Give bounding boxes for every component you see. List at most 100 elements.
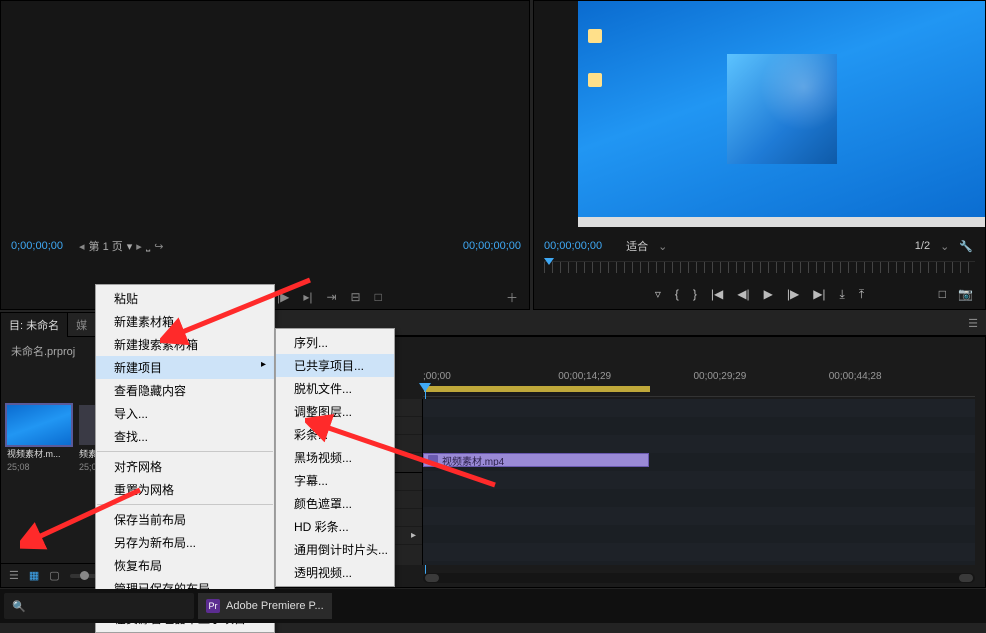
menu-item[interactable]: 新建项目 (96, 356, 274, 379)
marker-icon[interactable]: ▿ (655, 287, 661, 301)
menu-item[interactable]: 查看隐藏内容 (96, 379, 274, 402)
context-menu-sub[interactable]: 序列...已共享项目...脱机文件...调整图层...彩条...黑场视频...字… (275, 328, 395, 587)
program-tc: 00;00;00;00 (534, 240, 612, 252)
taskbar-app-premiere[interactable]: Pr Adobe Premiere P... (198, 593, 332, 619)
item-duration: 25;08 (7, 462, 71, 472)
menu-item[interactable]: 对齐网格 (96, 455, 274, 478)
menu-item[interactable]: 颜色遮罩... (276, 492, 394, 515)
zoom-dropdown[interactable]: 1/2 ⌄ 🔧 (915, 240, 985, 253)
timeline-ruler[interactable]: ;00;00 00;00;14;29 00;00;29;29 00;00;44;28 (423, 371, 975, 397)
extract-icon[interactable]: ⤒ (859, 287, 864, 302)
menu-item[interactable]: 脱机文件... (276, 377, 394, 400)
step-back-icon[interactable]: ◀| (737, 287, 749, 301)
menu-item[interactable]: 字幕... (276, 469, 394, 492)
menu-item[interactable]: 恢复布局 (96, 554, 274, 577)
menu-item[interactable]: 保存当前布局 (96, 508, 274, 531)
playhead-icon[interactable] (544, 258, 554, 265)
fit-dropdown[interactable]: 适合 ⌄ (626, 238, 667, 254)
page-dropdown-icon[interactable]: ▾ (127, 240, 133, 253)
tab-project[interactable]: 目: 未命名 (1, 313, 68, 337)
menu-item[interactable]: 导入... (96, 402, 274, 425)
zoom-label: 1/2 (915, 240, 930, 252)
taskbar-search[interactable]: 🔍 (4, 593, 194, 619)
tab-media[interactable]: 媒 (68, 313, 96, 337)
menu-item[interactable]: HD 彩条... (276, 515, 394, 538)
ruler-tick: 00;00;44;28 (829, 371, 882, 382)
premiere-icon: Pr (206, 599, 220, 613)
program-controls: 00;00;00;00 适合 ⌄ 1/2 ⌄ 🔧 (534, 233, 985, 259)
page-label: 第 1 页 (89, 238, 123, 254)
menu-item[interactable]: 调整图层... (276, 400, 394, 423)
source-tc-right: 00;00;00;00 (453, 240, 531, 252)
windows-taskbar: 🔍 Pr Adobe Premiere P... (0, 589, 986, 623)
icon-view-icon[interactable]: ▦ (29, 569, 39, 582)
source-settings-icon[interactable]: ↪ (154, 240, 163, 253)
menu-item[interactable]: 另存为新布局... (96, 531, 274, 554)
step-fwd-icon[interactable]: |▶ (787, 287, 799, 301)
mark-out-icon[interactable]: } (693, 287, 697, 301)
export-frame-icon[interactable]: □ (939, 287, 946, 301)
thumbnail (7, 405, 71, 445)
scroll-thumb-left[interactable] (425, 574, 439, 582)
ruler-tick: ;00;00 (423, 371, 451, 382)
freeform-view-icon[interactable]: ▢ (49, 569, 59, 582)
timeline-scrollbar[interactable] (423, 573, 975, 583)
menu-item[interactable]: 重置为网格 (96, 478, 274, 501)
timeline-clip[interactable]: 视频素材.mp4 (423, 453, 649, 467)
app-name: Adobe Premiere P... (226, 600, 324, 612)
program-settings-icon[interactable]: 🔧 (959, 240, 973, 253)
menu-item[interactable]: 已共享项目... (276, 354, 394, 377)
menu-item[interactable]: 透明视频... (276, 561, 394, 584)
menu-item[interactable]: 粘贴 (96, 287, 274, 310)
desktop-icon (588, 29, 602, 43)
project-item[interactable]: 视频素材.m... 25;08 (7, 405, 71, 472)
track-body[interactable]: 视频素材.mp4 (423, 399, 975, 565)
play-icon[interactable]: ▶ (764, 287, 773, 301)
desktop-icon (588, 73, 602, 87)
source-controls: 0;00;00;00 ◂ 第 1 页 ▾ ▸ ⎵ ↪ 00;00;00;00 (1, 233, 531, 259)
menu-item[interactable]: 查找... (96, 425, 274, 448)
source-page-selector[interactable]: ◂ 第 1 页 ▾ ▸ ⎵ ↪ (73, 238, 169, 254)
bracket-icon[interactable]: ⎵ (146, 240, 150, 253)
menu-item[interactable]: 黑场视频... (276, 446, 394, 469)
add-button-icon[interactable]: ＋ (506, 289, 518, 306)
go-end-icon[interactable]: ▶| (813, 287, 825, 301)
ruler-tick: 00;00;29;29 (693, 371, 746, 382)
menu-item[interactable]: 通用倒计时片头... (276, 538, 394, 561)
menu-item[interactable]: 新建素材箱 (96, 310, 274, 333)
chevron-down-icon[interactable]: ⌄ (658, 240, 667, 253)
clip-fx-icon (428, 455, 438, 465)
mark-in-icon[interactable]: { (675, 287, 679, 301)
page-next-icon[interactable]: ▸ (136, 240, 142, 253)
ruler-tick: 00;00;14;29 (558, 371, 611, 382)
source-tc-left: 0;00;00;00 (1, 240, 73, 252)
camera-icon[interactable]: 📷 (958, 287, 973, 301)
item-name: 视频素材.m... (7, 447, 71, 460)
preview-taskbar (578, 217, 985, 227)
chevron-right-icon[interactable]: ▸ (411, 530, 416, 541)
list-view-icon[interactable]: ☰ (9, 569, 19, 582)
menu-item[interactable]: 彩条... (276, 423, 394, 446)
context-menu-main[interactable]: 粘贴新建素材箱新建搜索素材箱新建项目查看隐藏内容导入...查找... 对齐网格重置… (95, 284, 275, 633)
program-toolbar: ▿ { } |◀ ◀| ▶ |▶ ▶| ⤓ ⤒ □ 📷 (534, 283, 985, 305)
overwrite-icon[interactable]: ⊟ (351, 290, 361, 304)
step-fwd-icon[interactable]: |▶ (277, 290, 289, 304)
page-prev-icon[interactable]: ◂ (79, 240, 85, 253)
menu-item[interactable]: 序列... (276, 331, 394, 354)
source-monitor: 0;00;00;00 ◂ 第 1 页 ▾ ▸ ⎵ ↪ 00;00;00;00 (0, 0, 530, 310)
lift-icon[interactable]: ⤓ (840, 287, 845, 302)
search-icon: 🔍 (12, 600, 26, 613)
chevron-down-icon[interactable]: ⌄ (940, 240, 949, 253)
export-frame-icon[interactable]: □ (375, 290, 382, 304)
scroll-thumb-right[interactable] (959, 574, 973, 582)
menu-item[interactable]: 新建搜索素材箱 (96, 333, 274, 356)
go-out-icon[interactable]: ▸| (303, 290, 312, 304)
program-monitor: 00;00;00;00 适合 ⌄ 1/2 ⌄ 🔧 ▿ { } |◀ ◀| ▶ |… (533, 0, 986, 310)
go-start-icon[interactable]: |◀ (711, 287, 723, 301)
insert-icon[interactable]: ⇥ (326, 290, 336, 304)
program-preview (578, 1, 985, 227)
fit-label: 适合 (626, 238, 648, 254)
work-area-bar[interactable] (424, 386, 650, 392)
panel-menu-icon[interactable]: ☰ (960, 317, 986, 330)
program-ruler[interactable] (544, 261, 975, 273)
